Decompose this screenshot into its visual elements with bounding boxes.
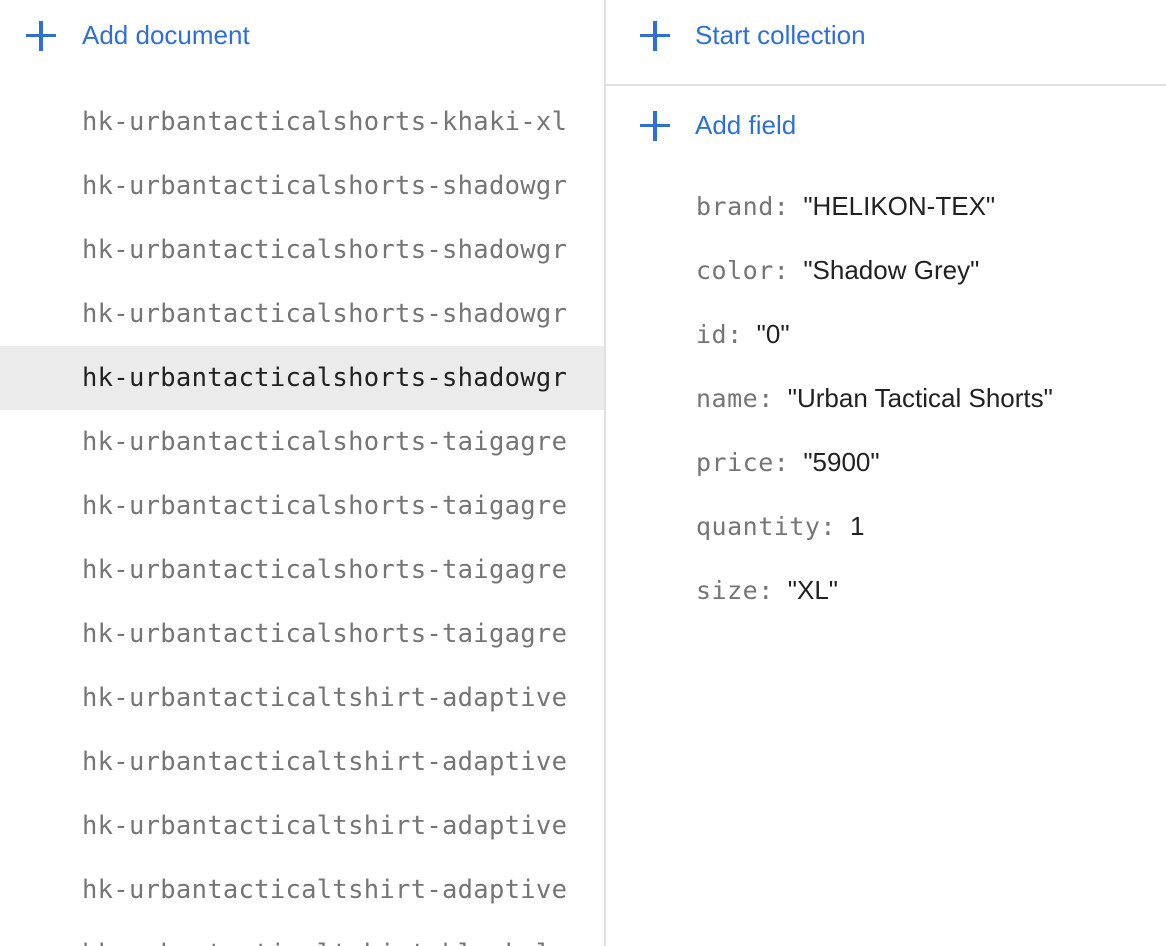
- field-row-size[interactable]: size: "XL": [696, 558, 1053, 622]
- start-collection-button[interactable]: Start collection: [640, 20, 866, 51]
- field-key: brand:: [696, 192, 790, 221]
- document-list-item[interactable]: hk-urbantacticaltshirt-adaptive: [0, 666, 604, 730]
- field-key: name:: [696, 384, 774, 413]
- field-key: price:: [696, 448, 790, 477]
- documents-panel: Add document hk-urbantacticalshorts-khak…: [0, 0, 604, 946]
- field-key: size:: [696, 576, 774, 605]
- add-document-button[interactable]: Add document: [26, 20, 250, 51]
- field-value[interactable]: "Urban Tactical Shorts": [788, 383, 1053, 413]
- add-document-label: Add document: [82, 20, 250, 50]
- document-detail-panel: Start collection Add field brand: "HELIKO…: [606, 0, 1166, 946]
- document-list-item[interactable]: hk-urbantacticalshorts-taigagre: [0, 538, 604, 602]
- field-value[interactable]: "5900": [803, 447, 879, 477]
- document-list-item[interactable]: hk-urbantacticalshorts-shadowgr: [0, 282, 604, 346]
- document-list: hk-urbantacticalshorts-khaki-xl hk-urban…: [0, 90, 604, 946]
- field-value[interactable]: "XL": [788, 575, 838, 605]
- field-row-name[interactable]: name: "Urban Tactical Shorts": [696, 366, 1053, 430]
- add-field-label: Add field: [695, 110, 797, 140]
- field-key: id:: [696, 320, 743, 349]
- document-list-item[interactable]: hk-urbantacticaltshirt-adaptive: [0, 858, 604, 922]
- document-list-item[interactable]: hk-urbantacticalshorts-taigagre: [0, 474, 604, 538]
- field-row-price[interactable]: price: "5900": [696, 430, 1053, 494]
- document-list-item[interactable]: hk-urbantacticalshorts-shadowgr: [0, 346, 604, 410]
- plus-icon: [640, 110, 670, 141]
- plus-icon: [640, 20, 670, 51]
- document-list-item[interactable]: hk-urbantacticalshorts-shadowgr: [0, 218, 604, 282]
- document-list-item[interactable]: hk-urbantacticaltshirt-black-l: [0, 922, 604, 946]
- document-list-item[interactable]: hk-urbantacticaltshirt-adaptive: [0, 794, 604, 858]
- field-row-color[interactable]: color: "Shadow Grey": [696, 238, 1053, 302]
- document-list-item[interactable]: hk-urbantacticalshorts-shadowgr: [0, 154, 604, 218]
- document-list-item[interactable]: hk-urbantacticaltshirt-adaptive: [0, 730, 604, 794]
- field-list: brand: "HELIKON-TEX" color: "Shadow Grey" …: [696, 174, 1053, 622]
- field-row-brand[interactable]: brand: "HELIKON-TEX": [696, 174, 1053, 238]
- field-value[interactable]: "0": [757, 319, 790, 349]
- document-list-item[interactable]: hk-urbantacticalshorts-khaki-xl: [0, 90, 604, 154]
- field-value[interactable]: "Shadow Grey": [803, 255, 979, 285]
- field-row-id[interactable]: id: "0": [696, 302, 1053, 366]
- add-field-button[interactable]: Add field: [640, 110, 796, 141]
- field-row-quantity[interactable]: quantity: 1: [696, 494, 1053, 558]
- field-key: color:: [696, 256, 790, 285]
- field-value[interactable]: 1: [850, 511, 864, 541]
- start-collection-label: Start collection: [695, 20, 866, 50]
- plus-icon: [26, 20, 56, 51]
- document-list-item[interactable]: hk-urbantacticalshorts-taigagre: [0, 602, 604, 666]
- document-list-item[interactable]: hk-urbantacticalshorts-taigagre: [0, 410, 604, 474]
- field-key: quantity:: [696, 512, 836, 541]
- field-value[interactable]: "HELIKON-TEX": [803, 191, 995, 221]
- section-divider: [606, 84, 1166, 86]
